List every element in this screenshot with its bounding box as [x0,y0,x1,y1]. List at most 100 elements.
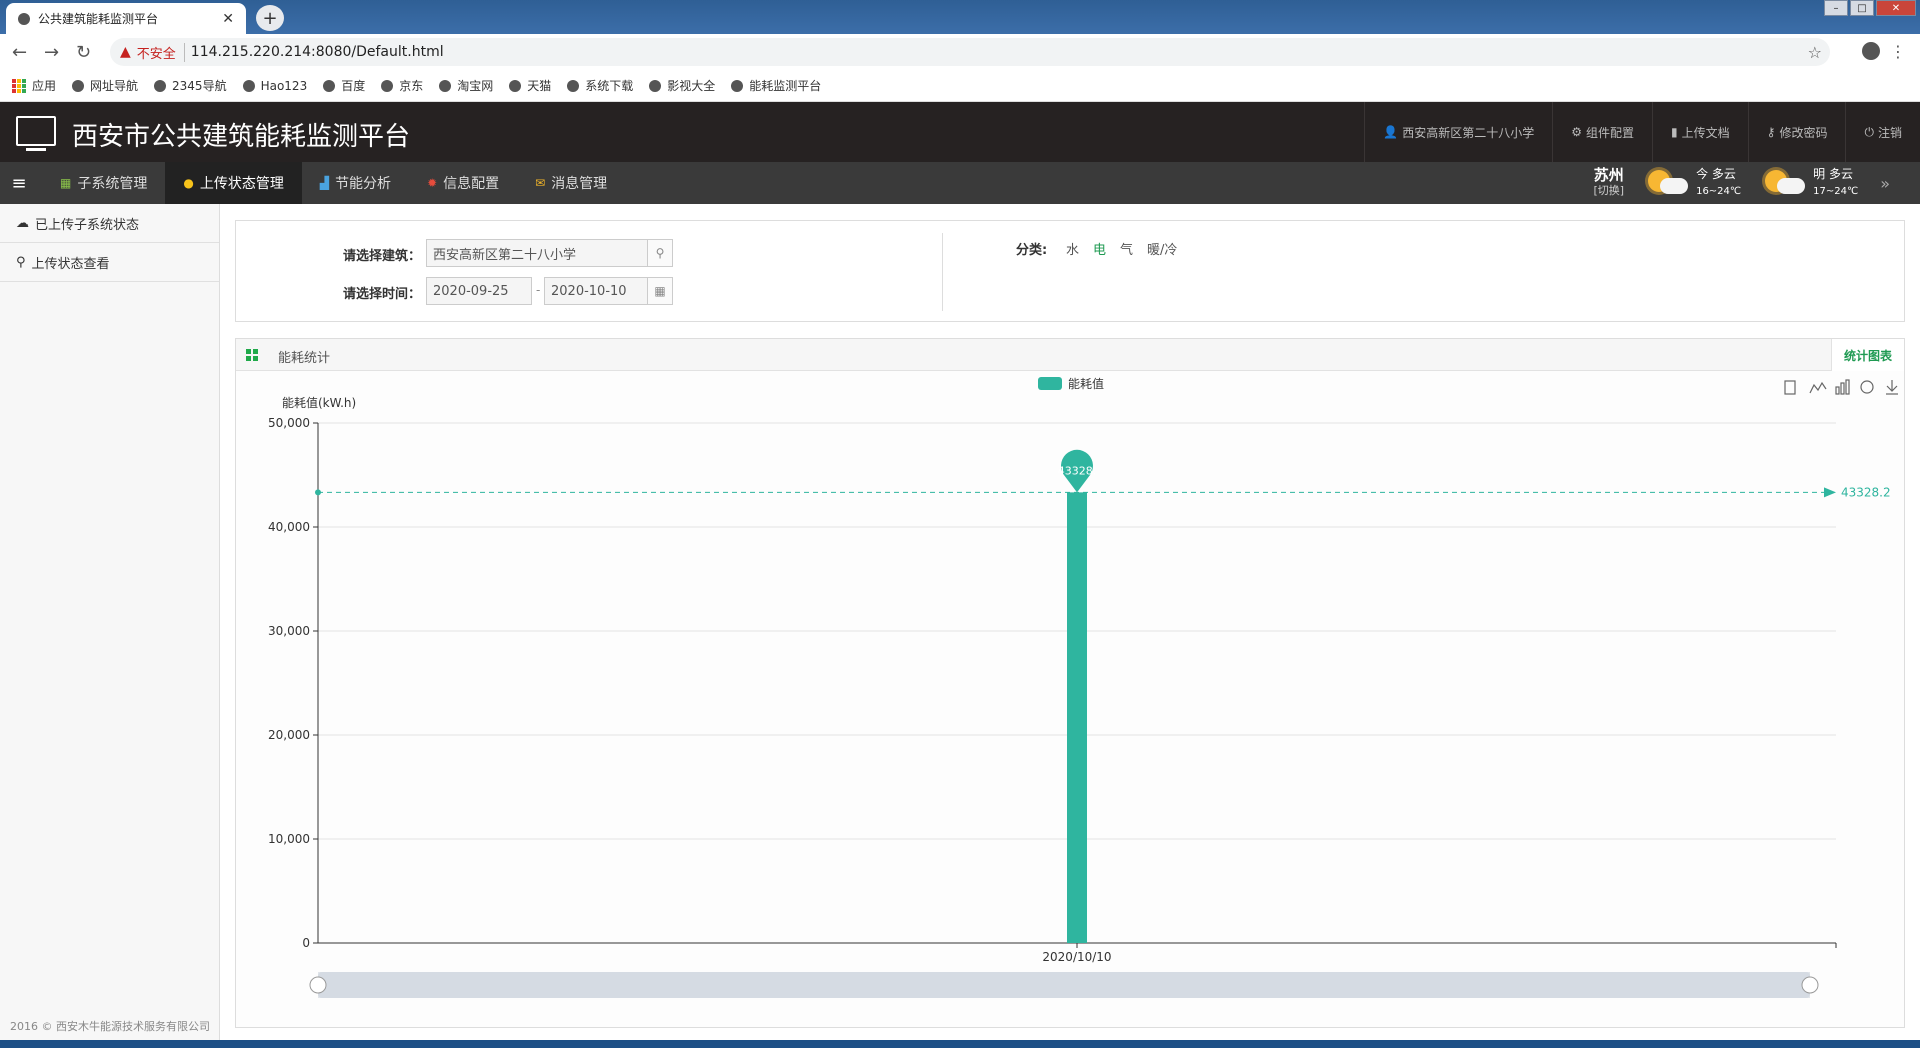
partly-cloudy-icon [1646,166,1690,200]
category-options: 水 电 气 暖/冷 [1066,239,1177,258]
bookmark-item[interactable]: 2345导航 [154,77,227,94]
cog-icon: ✹ [427,176,438,190]
key-icon: ⚷ [1766,125,1776,139]
date-from-input[interactable]: 2020-09-25 [426,277,532,305]
chevron-right-icon[interactable]: » [1880,174,1890,193]
bookmark-item[interactable]: 能耗监测平台 [731,77,821,94]
download-icon[interactable] [1886,380,1898,395]
category-water[interactable]: 水 [1066,239,1079,258]
logout-link[interactable]: ⏻ 注销 [1845,102,1920,162]
chart-panel-title: 能耗统计 [278,351,331,366]
tab-title: 公共建筑能耗监测平台 [38,12,159,26]
menu-item-energy-analysis[interactable]: ▟ 节能分析 [302,162,409,204]
book-icon: ▮ [1671,125,1678,139]
date-to-input[interactable]: 2020-10-10 [544,277,648,305]
minimize-button[interactable]: – [1824,0,1848,16]
menu-item-info-config[interactable]: ✹ 信息配置 [409,162,517,204]
category-heating-cooling[interactable]: 暖/冷 [1147,239,1177,258]
bookmark-item[interactable]: 京东 [381,77,423,94]
chart-toolbox [1784,379,1898,395]
main-content: 请选择建筑： 西安高新区第二十八小学 ⚲ 请选择时间： 2020-09-25 -… [221,204,1920,1040]
bar[interactable] [1067,492,1087,943]
reload-icon[interactable]: ↻ [76,42,91,63]
forward-arrow-icon[interactable]: → [44,42,59,63]
copyright-text: 2016 © 西安木牛能源技术服务有限公司 [10,1020,210,1033]
close-icon[interactable]: ✕ [222,11,234,27]
main-menu-bar: ≡ ▦ 子系统管理 ● 上传状态管理 ▟ 节能分析 ✹ 信息配置 ✉ 消息管理 苏州 [切… [0,162,1920,204]
bookmark-item[interactable]: 淘宝网 [439,77,493,94]
filter-divider [942,233,943,311]
sidebar: ☁ 已上传子系统状态 ⚲ 上传状态查看 2016 © 西安木牛能源技术服务有限公司 [0,204,220,1040]
city-selector[interactable]: 苏州 [切换] [1593,167,1624,199]
config-link[interactable]: ⚙ 组件配置 [1552,102,1652,162]
category-gas[interactable]: 气 [1120,239,1133,258]
hamburger-icon[interactable]: ≡ [0,162,38,204]
sidebar-item-uploaded-status[interactable]: ☁ 已上传子系统状态 [0,204,219,243]
bookmark-item[interactable]: 天猫 [509,77,551,94]
filter-panel: 请选择建筑： 西安高新区第二十八小学 ⚲ 请选择时间： 2020-09-25 -… [235,220,1905,322]
browser-tab[interactable]: 公共建筑能耗监测平台 ✕ [6,3,246,34]
search-icon: ⚲ [655,246,665,260]
datazoom-handle-left[interactable] [309,976,327,994]
bar-chart-icon[interactable] [1835,379,1850,395]
energy-bar-chart: 能耗值 能耗值(kW.h) 0 10,000 20,000 30,000 40,000 5… [268,376,1898,998]
y-tick-label: 0 [302,936,310,950]
building-input[interactable]: 西安高新区第二十八小学 [426,239,648,267]
category-electric[interactable]: 电 [1093,239,1106,258]
line-chart-icon[interactable] [1809,381,1827,394]
window-controls: – □ ✕ [1824,0,1916,16]
bookmark-item[interactable]: 系统下载 [567,77,633,94]
user-icon: 👤 [1383,125,1399,139]
signal-bars-icon: ▟ [319,176,330,190]
window-close-button[interactable]: ✕ [1876,0,1916,16]
bookmark-item[interactable]: 百度 [323,77,365,94]
legend-swatch[interactable] [1038,377,1062,390]
bookmark-item[interactable]: Hao123 [242,79,307,93]
change-password-link[interactable]: ⚷ 修改密码 [1747,102,1846,162]
datazoom-handle-right[interactable] [1801,976,1819,994]
profile-icon[interactable] [1862,42,1880,60]
star-icon[interactable]: ☆ [1808,43,1822,62]
grid-icon: ▦ [60,176,72,190]
warning-icon: ▲ [120,44,131,60]
back-arrow-icon[interactable]: ← [12,42,27,63]
new-tab-button[interactable]: + [256,5,284,31]
mark-line-arrow [1824,487,1836,498]
user-link[interactable]: 👤 西安高新区第二十八小学 [1364,102,1552,162]
refresh-icon[interactable] [1860,380,1874,394]
datazoom-selection[interactable] [318,972,1810,998]
calendar-button[interactable]: ▦ [647,277,673,305]
maximize-button[interactable]: □ [1850,0,1874,16]
search-button[interactable]: ⚲ [647,239,673,267]
url-text: 114.215.220.214:8080/Default.html [190,44,444,60]
bookmark-item[interactable]: 网址导航 [72,77,138,94]
globe-icon [154,79,167,92]
chart-panel: 能耗统计 统计图表 能耗值 能耗值(kW.h) 0 10,000 20,000 30,… [235,338,1905,1028]
bookmark-item[interactable]: 影视大全 [649,77,715,94]
y-axis-label: 能耗值(kW.h) [282,395,356,410]
cloud-upload-icon: ☁ [16,215,29,231]
header-links: 👤 西安高新区第二十八小学 ⚙ 组件配置 ▮ 上传文档 ⚷ 修改密码 ⏻ 注销 [1364,102,1920,162]
monitor-logo-icon [16,116,56,151]
sidebar-item-upload-view[interactable]: ⚲ 上传状态查看 [0,243,219,282]
data-view-icon[interactable] [1784,380,1796,395]
search-icon: ⚲ [16,254,26,270]
kebab-menu-icon[interactable]: ⋮ [1890,42,1906,61]
browser-tabbar: 公共建筑能耗监测平台 ✕ + – □ ✕ [0,0,1920,34]
city-switch-link[interactable]: [切换] [1593,183,1624,199]
envelope-icon: ✉ [535,176,546,190]
insecure-label: 不安全 [137,42,185,62]
bookmarks-bar: 应用 网址导航 2345导航 Hao123 百度 京东 淘宝网 天猫 系统下载 … [0,70,1920,102]
url-field[interactable]: ▲ 不安全 114.215.220.214:8080/Default.html … [110,38,1830,66]
upload-doc-link[interactable]: ▮ 上传文档 [1652,102,1748,162]
globe-icon [731,79,744,92]
menu-item-subsystem[interactable]: ▦ 子系统管理 [42,162,165,204]
menu-item-messages[interactable]: ✉ 消息管理 [517,162,625,204]
y-tick-label: 40,000 [268,520,310,534]
app-title: 西安市公共建筑能耗监测平台 [72,122,411,152]
y-tick-label: 30,000 [268,624,310,638]
tab-statistics-chart[interactable]: 统计图表 [1830,339,1904,371]
menu-item-upload-status[interactable]: ● 上传状态管理 [165,162,302,204]
bookmark-apps[interactable]: 应用 [12,77,56,94]
globe-icon [567,79,580,92]
